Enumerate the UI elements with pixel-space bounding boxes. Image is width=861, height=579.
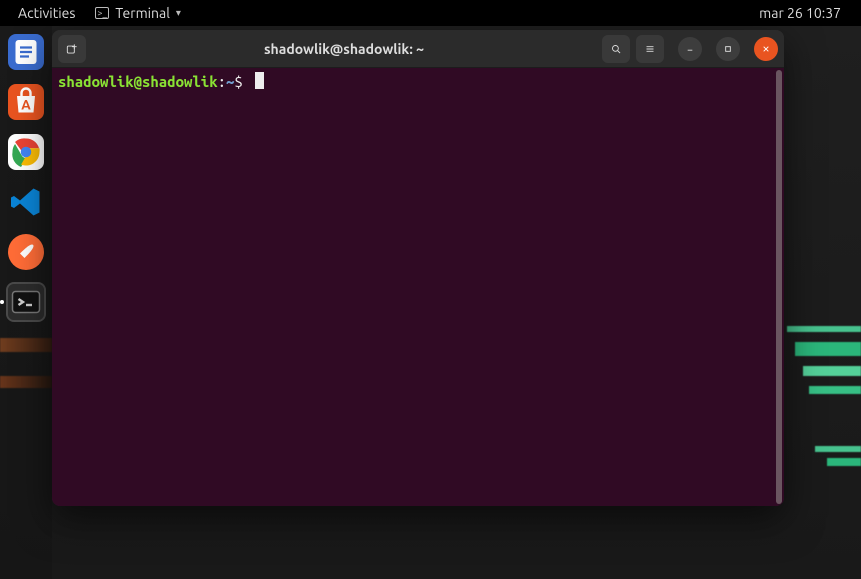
dock: A: [0, 26, 52, 579]
window-titlebar[interactable]: shadowlik@shadowlik: ~: [52, 30, 784, 68]
bg-streak: [815, 446, 861, 452]
app-menu-button[interactable]: >_ Terminal ▾: [85, 5, 191, 21]
text-cursor: [255, 72, 264, 89]
prompt-userhost: shadowlik@shadowlik: [58, 73, 218, 90]
notes-icon: [8, 34, 44, 70]
postman-icon: [8, 234, 44, 270]
close-icon: [759, 42, 773, 56]
clock-label[interactable]: mar 26 10:37: [747, 5, 853, 21]
bg-streak: [809, 386, 861, 394]
svg-text:A: A: [21, 97, 31, 113]
dock-app-vscode[interactable]: [8, 184, 44, 220]
terminal-window: shadowlik@shadowlik: ~ shadowlik@shadowl…: [52, 30, 784, 506]
bg-streak: [787, 326, 861, 332]
dock-app-postman[interactable]: [8, 234, 44, 270]
hamburger-icon: [643, 42, 657, 56]
new-tab-icon: [65, 42, 79, 56]
prompt-dollar: $: [234, 73, 242, 90]
shell-prompt: shadowlik@shadowlik:~$: [58, 73, 251, 90]
app-menu-label: Terminal: [115, 5, 170, 21]
scrollbar[interactable]: [774, 68, 784, 506]
activities-button[interactable]: Activities: [8, 5, 85, 21]
terminal-body[interactable]: shadowlik@shadowlik:~$: [52, 68, 784, 506]
menu-button[interactable]: [636, 35, 664, 63]
minimize-icon: [683, 42, 697, 56]
terminal-icon: >_: [95, 7, 109, 19]
maximize-button[interactable]: [716, 37, 740, 61]
bg-streak: [795, 342, 861, 356]
bg-streak: [803, 366, 861, 376]
new-tab-button[interactable]: [58, 35, 86, 63]
chrome-icon: [8, 134, 44, 170]
minimize-button[interactable]: [678, 37, 702, 61]
search-icon: [609, 42, 623, 56]
search-button[interactable]: [602, 35, 630, 63]
window-title: shadowlik@shadowlik: ~: [86, 41, 602, 57]
bg-streak: [827, 458, 861, 466]
dock-app-software[interactable]: A: [8, 84, 44, 120]
dock-app-terminal[interactable]: [8, 284, 44, 320]
dock-app-chrome[interactable]: [8, 134, 44, 170]
vscode-icon: [8, 184, 44, 220]
gnome-topbar: Activities >_ Terminal ▾ mar 26 10:37: [0, 0, 861, 26]
close-button[interactable]: [754, 37, 778, 61]
dock-app-notes[interactable]: [8, 34, 44, 70]
scrollbar-thumb[interactable]: [776, 70, 782, 504]
maximize-icon: [721, 42, 735, 56]
prompt-colon: :: [218, 73, 226, 90]
terminal-icon: [8, 284, 44, 320]
chevron-down-icon: ▾: [176, 7, 181, 19]
shopping-bag-icon: A: [8, 84, 44, 120]
